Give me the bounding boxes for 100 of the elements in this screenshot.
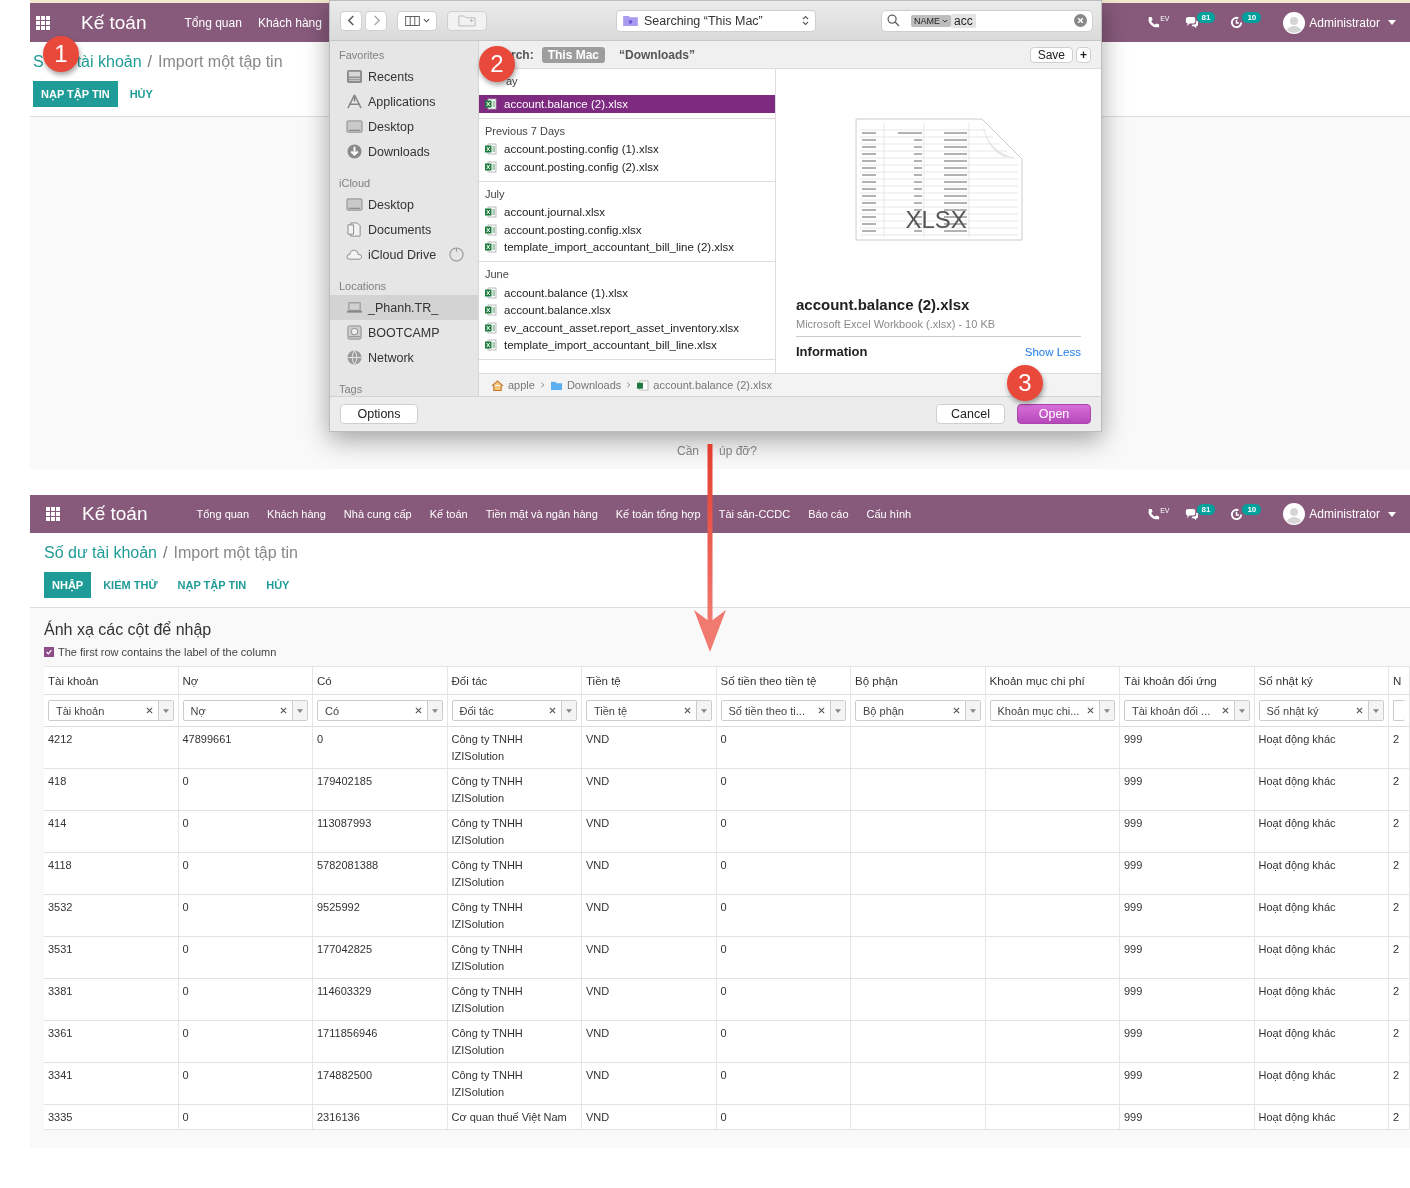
clear-icon[interactable]	[952, 707, 960, 714]
sidebar-item[interactable]: BOOTCAMP	[330, 320, 478, 345]
menu-item[interactable]: Nhà cung cấp	[343, 508, 412, 520]
action-button[interactable]: KIỂM THỬ	[95, 572, 166, 598]
file-row[interactable]: account.posting.config.xlsx	[479, 221, 775, 239]
chevron-icon	[422, 18, 430, 23]
column-select[interactable]: Tài khoản đối ...	[1124, 700, 1250, 721]
column-select[interactable]: Khoản mục chi...	[989, 700, 1115, 721]
file-row[interactable]: account.balance.xlsx	[479, 301, 775, 319]
user-menu[interactable]: Administrator	[1283, 11, 1396, 34]
table-cell: 0	[178, 937, 313, 979]
table-cell: 3531	[44, 937, 179, 979]
clear-icon[interactable]	[818, 707, 825, 714]
file-row[interactable]: template_import_accountant_bill_line.xlsx	[479, 336, 775, 354]
menu-item[interactable]: Tiền mặt và ngân hàng	[485, 508, 598, 520]
file-details: Microsoft Excel Workbook (.xlsx) - 10 KB	[796, 318, 1081, 337]
column-select[interactable]: Tiền tệ	[586, 700, 712, 721]
menu-item[interactable]: Tổng quan	[184, 15, 242, 30]
clear-icon[interactable]	[683, 707, 691, 714]
column-select[interactable]: Số tiền theo ti...	[720, 700, 846, 721]
menu-item[interactable]: Tài sản-CCDC	[718, 508, 791, 520]
column-select[interactable]: Số nhật ký	[1258, 700, 1384, 721]
menu-item[interactable]: Báo cáo	[808, 508, 849, 520]
search-field[interactable]: NAME acc	[881, 9, 1093, 32]
add-button[interactable]: +	[1076, 46, 1091, 63]
breadcrumb-link[interactable]: tài khoản	[76, 52, 142, 72]
file-row[interactable]: account.posting.config (1).xlsx	[479, 140, 775, 158]
open-button[interactable]: Open	[1017, 404, 1091, 424]
sidebar-item[interactable]: _Phanh.TR_	[330, 295, 478, 320]
menu-item[interactable]: Kế toán	[429, 508, 468, 520]
breadcrumb-link[interactable]: S	[33, 52, 44, 72]
table-cell: Công ty TNHH IZISolution	[447, 895, 582, 937]
sidebar-item[interactable]: Recents	[330, 64, 478, 89]
back-button[interactable]	[340, 10, 362, 31]
show-less-link[interactable]: Show Less	[1024, 346, 1081, 358]
sidebar-section-title: Favorites	[338, 48, 386, 63]
chevron-icon	[626, 381, 632, 389]
clear-icon[interactable]	[1221, 707, 1229, 714]
checkbox[interactable]	[44, 647, 54, 657]
app-title: Kế toán	[81, 11, 147, 34]
file-row[interactable]: ev_account_asset.report_asset_inventory.xlsx	[479, 319, 775, 337]
menu-item[interactable]: Tổng quan	[196, 508, 250, 520]
save-button[interactable]: Save	[1029, 46, 1073, 63]
search-token[interactable]: NAME	[911, 14, 951, 27]
sidebar-item[interactable]: Desktop	[330, 192, 478, 217]
menu-item[interactable]: Cấu hình	[866, 508, 912, 520]
table-cell: Công ty TNHH IZISolution	[447, 811, 582, 853]
menu-item[interactable]: Khách hàng	[267, 508, 326, 520]
column-select[interactable]: Tài khoản	[48, 700, 174, 721]
clear-icon[interactable]	[414, 707, 422, 714]
table-cell: VND	[582, 1105, 717, 1130]
file-row[interactable]: account.journal.xlsx	[479, 203, 775, 221]
sidebar-item[interactable]: Documents	[330, 217, 478, 242]
sidebar-item[interactable]: Applications	[330, 89, 478, 114]
sidebar-item[interactable]: iCloud Drive	[330, 242, 478, 267]
file-type-label: XLSX	[905, 207, 967, 233]
view-mode-button[interactable]	[397, 10, 437, 31]
column-select[interactable]: Có	[317, 700, 443, 721]
clear-icon[interactable]	[145, 707, 153, 714]
section-title: Ánh xạ các cột để nhập	[44, 620, 213, 640]
table-cell: 999	[1120, 853, 1255, 895]
options-button[interactable]: Options	[340, 404, 418, 424]
column-header: Số tiền theo tiền tệ	[716, 667, 851, 695]
path-item[interactable]: apple	[491, 379, 535, 391]
clear-icon[interactable]	[280, 707, 287, 714]
spreadsheet-icon	[485, 241, 497, 254]
path-item[interactable]: Downloads	[549, 379, 622, 391]
column-select[interactable]: Nợ	[182, 700, 308, 721]
clear-icon[interactable]	[1074, 14, 1087, 27]
table-cell: Hoạt động khác	[1254, 853, 1389, 895]
clear-icon[interactable]	[549, 707, 556, 714]
user-menu[interactable]: Administrator	[1283, 503, 1396, 525]
apps-menu-icon[interactable]	[46, 507, 60, 521]
progress-icon	[449, 247, 465, 262]
file-row[interactable]: account.balance (2).xlsx	[479, 95, 775, 113]
location-dropdown[interactable]: Searching “This Mac”	[616, 9, 816, 32]
clear-icon[interactable]	[1087, 707, 1094, 714]
menu-item[interactable]: Khách hàng	[257, 15, 322, 30]
scope-option[interactable]: “Downloads”	[613, 46, 702, 63]
spreadsheet-icon	[485, 339, 497, 352]
table-cell: 1711856946	[313, 1021, 448, 1063]
group-title: June	[484, 267, 510, 282]
sidebar-item[interactable]: Network	[330, 345, 478, 370]
column-select[interactable]: Bộ phận	[855, 700, 981, 721]
tray-icon	[346, 69, 363, 84]
sidebar-item[interactable]: Downloads	[330, 139, 478, 164]
sidebar-item[interactable]: Desktop	[330, 114, 478, 139]
clear-icon[interactable]	[1356, 707, 1363, 714]
caret-icon	[969, 708, 976, 713]
file-row[interactable]: account.balance (1).xlsx	[479, 284, 775, 302]
apps-menu-icon[interactable]	[36, 15, 50, 30]
cancel-button[interactable]: Cancel	[936, 404, 1005, 424]
path-item[interactable]: account.balance (2).xlsx	[636, 379, 772, 391]
file-row[interactable]: account.posting.config (2).xlsx	[479, 158, 775, 176]
caret-icon	[700, 708, 707, 713]
table-cell: 4212	[44, 727, 179, 769]
file-row[interactable]: template_import_accountant_bill_line (2).xlsx	[479, 238, 775, 256]
group-title: July	[484, 186, 506, 202]
menu-item[interactable]: Kế toán tổng hợp	[615, 508, 701, 520]
column-select[interactable]: Đối tác	[451, 700, 577, 721]
